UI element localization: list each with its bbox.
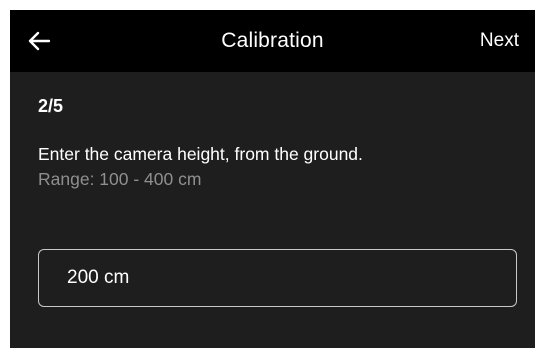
instruction-text: Enter the camera height, from the ground… [38,144,363,164]
arrow-left-icon [28,31,50,51]
page-title: Calibration [221,29,324,52]
next-button[interactable]: Next [480,10,519,72]
range-hint: Range: 100 - 400 cm [38,169,202,189]
step-indicator: 2/5 [38,96,64,116]
back-button[interactable] [28,22,72,60]
camera-height-input[interactable] [38,249,517,307]
calibration-screen: Calibration Next 2/5 Enter the camera he… [10,10,535,348]
top-app-bar: Calibration Next [10,10,535,72]
